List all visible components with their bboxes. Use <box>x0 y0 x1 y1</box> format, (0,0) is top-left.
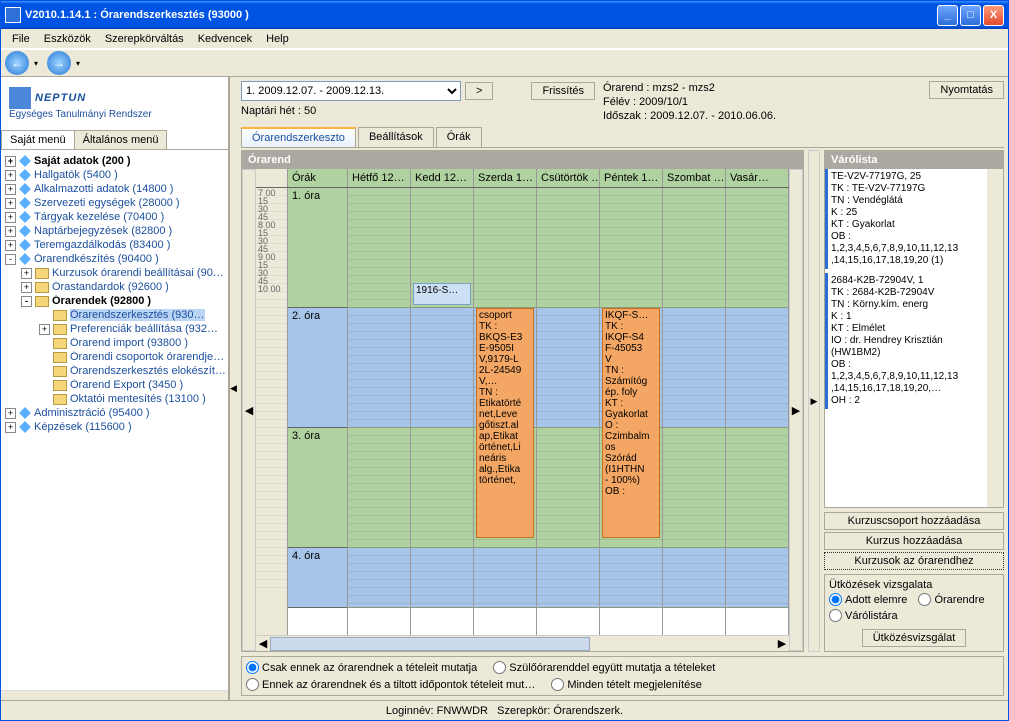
waitlist[interactable]: TE-V2V-77197G, 25 TK : TE-V2V-77197G TN … <box>825 169 987 507</box>
tree-item[interactable]: -Órarendek (92800 ) <box>3 294 226 308</box>
tree-item[interactable]: +Naptárbejegyzések (82800 ) <box>3 224 226 238</box>
tree-item[interactable]: +Adminisztráció (95400 ) <box>3 406 226 420</box>
day-header[interactable]: Kedd 12… <box>411 169 474 187</box>
menu-file[interactable]: File <box>5 31 37 47</box>
close-button[interactable]: X <box>983 5 1004 26</box>
sidebar: NEPTUN Egységes Tanulmányi Rendszer Sajá… <box>1 77 229 700</box>
day-header[interactable]: Vasár… <box>726 169 789 187</box>
date-range-select[interactable]: 1. 2009.12.07. - 2009.12.13. <box>241 81 461 101</box>
forward-dropdown[interactable]: ▾ <box>73 51 83 75</box>
tree-item[interactable]: +Képzések (115600 ) <box>3 420 226 434</box>
menu-role[interactable]: Szerepkörváltás <box>98 31 191 47</box>
filter-opt-4[interactable]: Minden tételt megjelenítése <box>551 678 702 691</box>
tab-settings[interactable]: Beállítások <box>358 127 434 147</box>
schedule-grid[interactable]: 1916-S… csoport TK : BKQS-E3 E-9505I V,9… <box>348 188 789 635</box>
tree-item[interactable]: Órarend Export (3450 ) <box>3 378 226 392</box>
tree-item[interactable]: +Teremgazdálkodás (83400 ) <box>3 238 226 252</box>
tree-item[interactable]: -Órarendkészítés (90400 ) <box>3 252 226 266</box>
courses-to-schedule-button[interactable]: Kurzusok az órarendhez <box>824 552 1004 570</box>
tab-lessons[interactable]: Órák <box>436 127 482 147</box>
logo: NEPTUN Egységes Tanulmányi Rendszer <box>1 77 228 126</box>
minimize-button[interactable]: _ <box>937 5 958 26</box>
day-header[interactable]: Hétfő 12… <box>348 169 411 187</box>
event-block[interactable]: IKQF-S… TK : IKQF-S4 F-45053 V TN : Szám… <box>602 308 660 538</box>
collision-opt-element[interactable]: Adott elemre <box>829 593 907 606</box>
nav-toolbar: ← ▾ → ▾ <box>1 49 1008 77</box>
tree-item[interactable]: +Órastandardok (92600 ) <box>3 280 226 294</box>
day-header[interactable]: Szerda 1… <box>474 169 537 187</box>
waitlist-scroll[interactable] <box>987 169 1003 507</box>
tab-general-menu[interactable]: Általános menü <box>74 130 168 149</box>
tree-item[interactable]: +Tárgyak kezelése (70400 ) <box>3 210 226 224</box>
menu-tools[interactable]: Eszközök <box>37 31 98 47</box>
back-button[interactable]: ← <box>5 51 29 75</box>
event-block[interactable]: csoport TK : BKQS-E3 E-9505I V,9179-L 2L… <box>476 308 534 538</box>
menubar: File Eszközök Szerepkörváltás Kedvencek … <box>1 29 1008 49</box>
forward-button[interactable]: → <box>47 51 71 75</box>
go-button[interactable]: > <box>465 82 493 100</box>
waitlist-item[interactable]: TE-V2V-77197G, 25 TK : TE-V2V-77197G TN … <box>825 169 987 269</box>
tree-item[interactable]: +Preferenciák beállítása (932… <box>3 322 226 336</box>
day-header[interactable]: Csütörtök … <box>537 169 600 187</box>
lesson-column: 1. óra2. óra3. óra4. óra <box>288 188 348 635</box>
event-small[interactable]: 1916-S… <box>413 283 471 305</box>
info-block: Órarend : mzs2 - mzs2 Félév : 2009/10/1 … <box>603 81 776 123</box>
sidebar-collapse[interactable]: ◀ <box>229 77 237 700</box>
window-title: V2010.1.14.1 : Órarendszerkesztés (93000… <box>25 9 249 21</box>
sched-header: Órák Hétfő 12… Kedd 12… Szerda 1… Csütör… <box>256 169 789 188</box>
tree-item[interactable]: +Saját adatok (200 ) <box>3 154 226 168</box>
filter-opt-1[interactable]: Csak ennek az órarendnek a tételeit muta… <box>246 661 477 674</box>
print-button[interactable]: Nyomtatás <box>929 81 1004 99</box>
week-label: Naptári hét : 50 <box>241 105 595 117</box>
tree-item[interactable]: +Kurzusok órarendi beállításai (90… <box>3 266 226 280</box>
filter-panel: Csak ennek az órarendnek a tételeit muta… <box>241 656 1004 696</box>
back-dropdown[interactable]: ▾ <box>31 51 41 75</box>
day-header[interactable]: Péntek 1… <box>600 169 663 187</box>
sched-prev[interactable]: ◀ <box>242 169 256 651</box>
sched-hscroll[interactable]: ◀ ▶ <box>256 635 789 651</box>
collision-opt-schedule[interactable]: Órarendre <box>918 593 984 606</box>
filter-opt-3[interactable]: Szülőórarenddel együtt mutatja a tételek… <box>493 661 715 674</box>
refresh-button[interactable]: Frissítés <box>531 82 595 100</box>
collision-panel: Ütközések vizsgalata Adott elemre Óraren… <box>824 574 1004 652</box>
time-column: 7 001530458 001530459 0015304510 00 <box>256 188 288 635</box>
day-header[interactable]: Szombat … <box>663 169 726 187</box>
filter-opt-2[interactable]: Ennek az órarendnek és a tiltott időpont… <box>246 678 535 691</box>
menu-help[interactable]: Help <box>259 31 296 47</box>
maximize-button[interactable]: □ <box>960 5 981 26</box>
menu-fav[interactable]: Kedvencek <box>191 31 259 47</box>
tree-item[interactable]: Oktatói mentesítés (13100 ) <box>3 392 226 406</box>
waitlist-collapse[interactable]: ▶ <box>808 150 820 652</box>
tree-item[interactable]: Órarend import (93800 ) <box>3 336 226 350</box>
tab-editor[interactable]: Órarendszerkeszto <box>241 127 356 147</box>
content-tabs: Órarendszerkeszto Beállítások Órák <box>241 127 1004 148</box>
tree-item[interactable]: Órarendszerkesztés elokészítése… <box>3 364 226 378</box>
tree-hscroll[interactable] <box>1 690 228 700</box>
tree-item[interactable]: Órarendszerkesztés (930… <box>3 308 226 322</box>
tree-item[interactable]: +Alkalmazotti adatok (14800 ) <box>3 182 226 196</box>
schedule-title: Órarend <box>242 151 803 169</box>
add-group-button[interactable]: Kurzuscsoport hozzáadása <box>824 512 1004 530</box>
tree-item[interactable]: Órarendi csoportok órarendje (65… <box>3 350 226 364</box>
waitlist-item[interactable]: 2684-K2B-72904V, 1 TK : 2684-K2B-72904V … <box>825 273 987 409</box>
nav-tree[interactable]: +Saját adatok (200 )+Hallgatók (5400 )+A… <box>1 150 228 690</box>
titlebar: V2010.1.14.1 : Órarendszerkesztés (93000… <box>1 1 1008 29</box>
app-icon <box>5 7 21 23</box>
collision-check-button[interactable]: Ütközésvizsgálat <box>862 629 967 647</box>
statusbar: Loginnév: FNWWDR Szerepkör: Órarendszerk… <box>1 700 1008 720</box>
tree-item[interactable]: +Hallgatók (5400 ) <box>3 168 226 182</box>
sidebar-tabs: Saját menü Általános menü <box>1 130 228 150</box>
add-course-button[interactable]: Kurzus hozzáadása <box>824 532 1004 550</box>
tab-own-menu[interactable]: Saját menü <box>1 130 75 149</box>
collision-opt-waitlist[interactable]: Várólistára <box>829 609 898 622</box>
sched-next[interactable]: ▶ <box>789 169 803 651</box>
tree-item[interactable]: +Szervezeti egységek (28000 ) <box>3 196 226 210</box>
waitlist-title: Várólista <box>825 151 1003 169</box>
